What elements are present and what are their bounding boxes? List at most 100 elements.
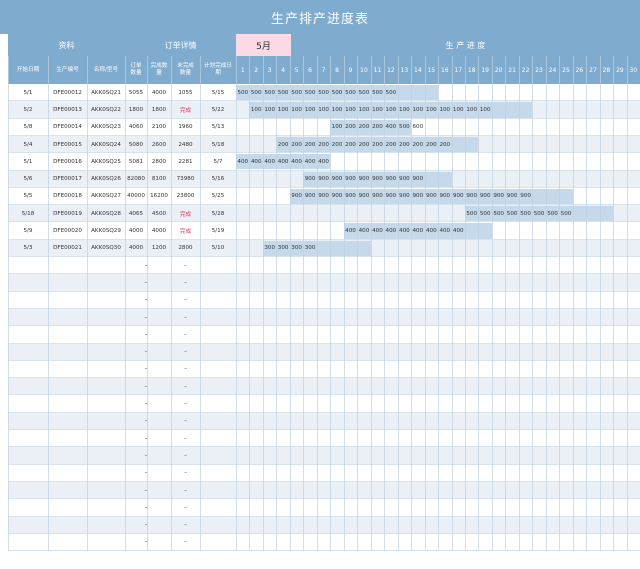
cell-order[interactable]: 5055 [125, 84, 147, 101]
cell-model[interactable]: AKK0SQ30 [87, 240, 125, 257]
cell-no[interactable]: DFE00016 [48, 153, 87, 170]
cell-order[interactable]: 82080 [125, 171, 147, 188]
cell-undone[interactable]: 完成 [171, 222, 200, 239]
day-header-cell: 29 [613, 56, 627, 84]
cell-plan[interactable]: 5/7 [200, 153, 236, 170]
day-header-cell: 5 [289, 56, 304, 84]
cell-order[interactable]: 1800 [125, 101, 147, 118]
daily-output: 900 [291, 193, 302, 200]
day-header-cell: 16 [438, 56, 452, 84]
cell-model[interactable]: AKK0SQ29 [87, 222, 125, 239]
col-model: 名称/型号 [87, 56, 125, 84]
cell-plan[interactable]: 5/15 [200, 84, 236, 101]
cell-model[interactable]: AKK0SQ22 [87, 101, 125, 118]
cell-no[interactable]: DFE00013 [48, 101, 87, 118]
cell-no[interactable]: DFE00012 [48, 84, 87, 101]
cell-undone[interactable]: 完成 [171, 205, 200, 222]
cell-start[interactable]: 5/6 [8, 171, 48, 188]
day-header-cell: 18 [464, 56, 479, 84]
cell-no[interactable]: DFE00019 [48, 205, 87, 222]
cell-undone[interactable]: 1960 [171, 119, 200, 136]
cell-done[interactable]: 4000 [147, 84, 171, 101]
cell-model[interactable]: AKK0SQ27 [87, 188, 125, 205]
cell-undone[interactable]: 2281 [171, 153, 200, 170]
cell-done[interactable]: 16200 [147, 188, 171, 205]
cell-no[interactable]: DFE00017 [48, 171, 87, 188]
cell-undone[interactable]: 23800 [171, 188, 200, 205]
column-divider [627, 56, 628, 552]
empty-cell-dash: – [184, 401, 187, 408]
cell-plan[interactable]: 5/16 [200, 171, 236, 188]
column-divider [200, 56, 201, 552]
daily-output: 500 [520, 210, 531, 217]
cell-start[interactable]: 5/8 [8, 119, 48, 136]
cell-undone[interactable]: 73980 [171, 171, 200, 188]
cell-no[interactable]: DFE00015 [48, 136, 87, 153]
daily-output: 900 [331, 193, 343, 200]
cell-undone[interactable]: 2800 [171, 240, 200, 257]
cell-order[interactable]: 40000 [125, 188, 147, 205]
daily-output: 200 [331, 141, 343, 148]
cell-plan[interactable]: 5/10 [200, 240, 236, 257]
daily-output: 900 [372, 193, 383, 200]
cell-plan[interactable]: 5/18 [200, 136, 236, 153]
col-done-qty: 完成数量 [147, 56, 171, 84]
cell-no[interactable]: DFE00020 [48, 222, 87, 239]
cell-start[interactable]: 5/4 [8, 136, 48, 153]
cell-model[interactable]: AKK0SQ21 [87, 84, 125, 101]
cell-order[interactable]: 4000 [125, 240, 147, 257]
cell-start[interactable]: 5/18 [8, 205, 48, 222]
month-cell[interactable]: 5月 [236, 34, 291, 56]
cell-plan[interactable]: 5/19 [200, 222, 236, 239]
cell-no[interactable]: DFE00021 [48, 240, 87, 257]
cell-done[interactable]: 1800 [147, 101, 171, 118]
day-header-cell: 20 [491, 56, 506, 84]
cell-no[interactable]: DFE00018 [48, 188, 87, 205]
cell-order[interactable]: 4065 [125, 205, 147, 222]
empty-cell-dash: – [144, 539, 148, 546]
cell-model[interactable]: AKK0SQ23 [87, 119, 125, 136]
cell-start[interactable]: 5/2 [8, 101, 48, 118]
cell-plan[interactable]: 5/25 [200, 188, 236, 205]
cell-order[interactable]: 5081 [125, 153, 147, 170]
cell-order[interactable]: 4060 [125, 119, 147, 136]
cell-model[interactable]: AKK0SQ25 [87, 153, 125, 170]
cell-done[interactable]: 1200 [147, 240, 171, 257]
cell-order[interactable]: 4000 [125, 222, 147, 239]
daily-output: 900 [452, 193, 464, 200]
cell-done[interactable]: 8100 [147, 171, 171, 188]
daily-output: 200 [277, 141, 289, 148]
cell-model[interactable]: AKK0SQ24 [87, 136, 125, 153]
cell-start[interactable]: 5/3 [8, 240, 48, 257]
cell-model[interactable]: AKK0SQ26 [87, 171, 125, 188]
cell-undone[interactable]: 1055 [171, 84, 200, 101]
cell-done[interactable]: 2600 [147, 136, 171, 153]
cell-order[interactable]: 5080 [125, 136, 147, 153]
daily-output: 400 [291, 158, 302, 165]
daily-output: 300 [304, 245, 316, 252]
cell-done[interactable]: 2100 [147, 119, 171, 136]
empty-cell-dash: – [144, 366, 148, 373]
cell-start[interactable]: 5/1 [8, 153, 48, 170]
cell-done[interactable]: 4500 [147, 205, 171, 222]
cell-undone[interactable]: 完成 [171, 101, 200, 118]
cell-start[interactable]: 5/9 [8, 222, 48, 239]
column-divider [344, 56, 345, 552]
cell-undone[interactable]: 2480 [171, 136, 200, 153]
column-divider [125, 56, 126, 552]
cell-done[interactable]: 4000 [147, 222, 171, 239]
day-header-cell: 10 [357, 56, 371, 84]
cell-done[interactable]: 2800 [147, 153, 171, 170]
daily-output: 400 [318, 158, 329, 165]
cell-plan[interactable]: 5/13 [200, 119, 236, 136]
cell-start[interactable]: 5/1 [8, 84, 48, 101]
cell-plan[interactable]: 5/28 [200, 205, 236, 222]
empty-cell-dash: – [144, 504, 148, 511]
day-header-cell: 22 [518, 56, 533, 84]
cell-plan[interactable]: 5/22 [200, 101, 236, 118]
cell-model[interactable]: AKK0SQ28 [87, 205, 125, 222]
cell-start[interactable]: 5/5 [8, 188, 48, 205]
daily-output: 400 [250, 158, 262, 165]
daily-output: 200 [425, 141, 437, 148]
cell-no[interactable]: DFE00014 [48, 119, 87, 136]
